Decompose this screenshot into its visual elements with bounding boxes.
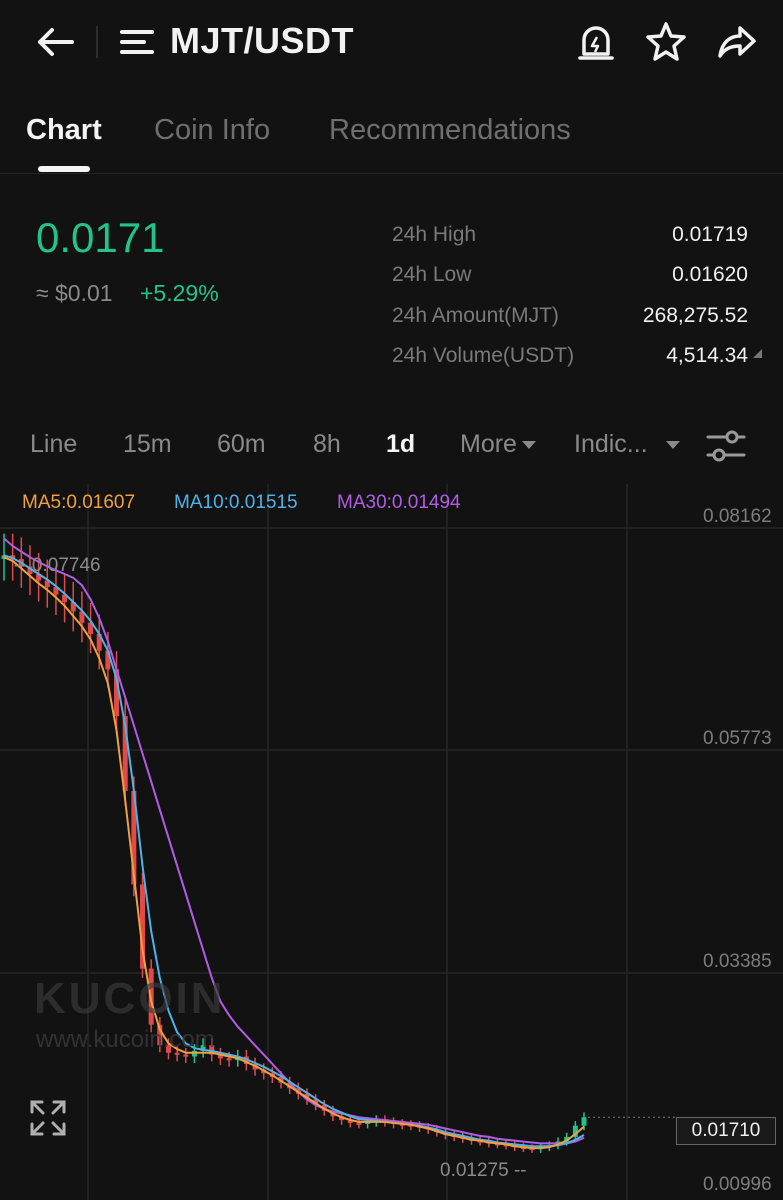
candle-body-26 [226, 1058, 232, 1061]
interval-more-label: More [460, 430, 517, 458]
interval-selector: Line 15m 60m 8h 1d More Indic... [0, 418, 783, 474]
interval-60m[interactable]: 60m [217, 430, 266, 459]
star-icon [646, 22, 686, 61]
stat-24h-low-label: 24h Low [392, 263, 472, 286]
kucoin-watermark-url: www.kucoin.com [36, 1026, 215, 1053]
ma5-legend: MA5:0.01607 [22, 492, 136, 513]
top-bar: MJT/USDT [0, 0, 783, 84]
y-axis-label-3: 0.00996 [703, 1174, 772, 1195]
ma10-legend: MA10:0.01515 [174, 492, 298, 513]
pair-menu-button[interactable] [118, 24, 158, 60]
chevron-down-icon [521, 441, 536, 450]
fiat-value: ≈ $0.01 [36, 280, 113, 306]
candle-body-21 [183, 1054, 189, 1057]
favorite-button[interactable] [644, 20, 688, 64]
y-axis-labels: 0.08162 0.05773 0.03385 0.00996 -- 0.07746 0.… [14, 506, 772, 1195]
ma30-legend: MA30:0.01494 [337, 492, 461, 513]
pair-title[interactable]: MJT/USDT [170, 20, 354, 62]
high-price-marker: -- 0.07746 [14, 555, 101, 576]
header-divider [96, 26, 98, 58]
interval-1d[interactable]: 1d [386, 430, 415, 459]
indicators-label: Indic... [574, 430, 648, 458]
back-arrow-icon [38, 28, 74, 56]
alarm-bell-icon [578, 26, 614, 60]
y-axis-label-1: 0.05773 [703, 728, 772, 749]
candle-body-41 [356, 1122, 362, 1125]
volume-expand-icon[interactable] [753, 349, 762, 358]
tab-coin-info[interactable]: Coin Info [154, 114, 270, 147]
chart-settings-button[interactable] [704, 426, 748, 466]
tab-bar: Chart Coin Info Recommendations [0, 100, 783, 174]
price-alert-button[interactable] [576, 20, 616, 64]
stat-24h-volume-value: 4,514.34 [666, 344, 748, 367]
price-change-percent: +5.29% [140, 280, 219, 306]
candlestick-chart-area[interactable]: 0.08162 0.05773 0.03385 0.00996 -- 0.07746 0.… [0, 484, 783, 1200]
share-arrow-icon [718, 26, 756, 58]
stat-24h-volume-label: 24h Volume(USDT) [392, 344, 575, 367]
chevron-down-icon [665, 441, 680, 450]
candle-body-67 [581, 1117, 587, 1126]
y-axis-label-0: 0.08162 [703, 506, 772, 527]
chart-grid [0, 484, 783, 1200]
stat-24h-high-label: 24h High [392, 223, 477, 246]
share-button[interactable] [714, 20, 758, 64]
y-axis-label-2: 0.03385 [703, 951, 772, 972]
kucoin-watermark-logo: KUCOIN [34, 974, 226, 1023]
stat-24h-amount-label: 24h Amount(MJT) [392, 304, 559, 327]
sliders-icon [706, 430, 746, 462]
tab-chart[interactable]: Chart [26, 114, 102, 147]
interval-8h[interactable]: 8h [313, 430, 341, 459]
active-tab-indicator [38, 166, 90, 172]
interval-line[interactable]: Line [30, 430, 77, 459]
stat-24h-amount-value: 268,275.52 [642, 304, 748, 327]
interval-15m[interactable]: 15m [123, 430, 172, 459]
candlestick-chart[interactable]: 0.08162 0.05773 0.03385 0.00996 -- 0.07746 0.… [0, 484, 783, 1200]
last-price: 0.0171 [36, 214, 165, 261]
tab-recommendations[interactable]: Recommendations [329, 114, 571, 147]
back-button[interactable] [32, 22, 80, 62]
menu-icon [120, 30, 154, 54]
stat-24h-high-value: 0.01719 [672, 223, 748, 246]
last-price-tag: 0.01710 [676, 1117, 776, 1145]
expand-icon [30, 1100, 66, 1136]
candles [1, 533, 587, 1153]
stat-24h-low-value: 0.01620 [672, 263, 748, 286]
indicators-dropdown[interactable]: Indic... [574, 430, 680, 459]
low-price-marker: 0.01275 -- [440, 1160, 527, 1181]
interval-more-dropdown[interactable]: More [460, 430, 536, 459]
fullscreen-button[interactable] [28, 1098, 68, 1138]
